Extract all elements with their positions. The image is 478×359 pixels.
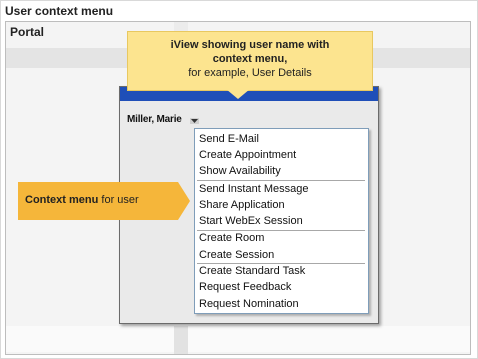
menu-item-show-availability[interactable]: Show Availability [199, 163, 281, 179]
callout-iview-line2: context menu, [212, 53, 288, 65]
menu-item-send-email[interactable]: Send E-Mail [199, 131, 259, 147]
outer-frame: User context menu Portal Miller, Marie S… [0, 0, 478, 359]
callout-context-menu: Context menu for user [18, 182, 178, 220]
callout-iview-line3: for example, User Details [188, 67, 312, 79]
callout-context-menu-bold: Context menu [25, 194, 99, 206]
menu-item-share-application[interactable]: Share Application [199, 197, 285, 213]
menu-item-create-room[interactable]: Create Room [199, 230, 264, 246]
user-name-link[interactable]: Miller, Marie [127, 114, 182, 125]
dropdown-arrow-icon[interactable] [190, 118, 199, 124]
menu-item-create-appointment[interactable]: Create Appointment [199, 147, 296, 163]
context-menu: Send E-Mail Create Appointment Show Avai… [194, 128, 369, 314]
callout-context-menu-pointer [178, 182, 190, 220]
menu-item-send-instant-message[interactable]: Send Instant Message [199, 181, 308, 197]
callout-context-menu-rest: for user [98, 194, 139, 206]
portal-column-divider [174, 326, 188, 354]
menu-item-start-webex-session[interactable]: Start WebEx Session [199, 213, 303, 229]
menu-item-request-feedback[interactable]: Request Feedback [199, 279, 291, 295]
menu-item-create-session[interactable]: Create Session [199, 247, 274, 263]
menu-item-request-nomination[interactable]: Request Nomination [199, 296, 299, 312]
callout-context-menu-text: Context menu for user [25, 194, 139, 206]
callout-iview-pointer [226, 89, 250, 99]
portal-title: Portal [10, 25, 45, 39]
callout-iview-line1: iView showing user name with [170, 39, 330, 51]
window-title: User context menu [5, 4, 114, 18]
menu-item-create-standard-task[interactable]: Create Standard Task [199, 263, 305, 279]
callout-iview: iView showing user name with context men… [127, 31, 373, 91]
portal-footer-band [6, 326, 470, 352]
